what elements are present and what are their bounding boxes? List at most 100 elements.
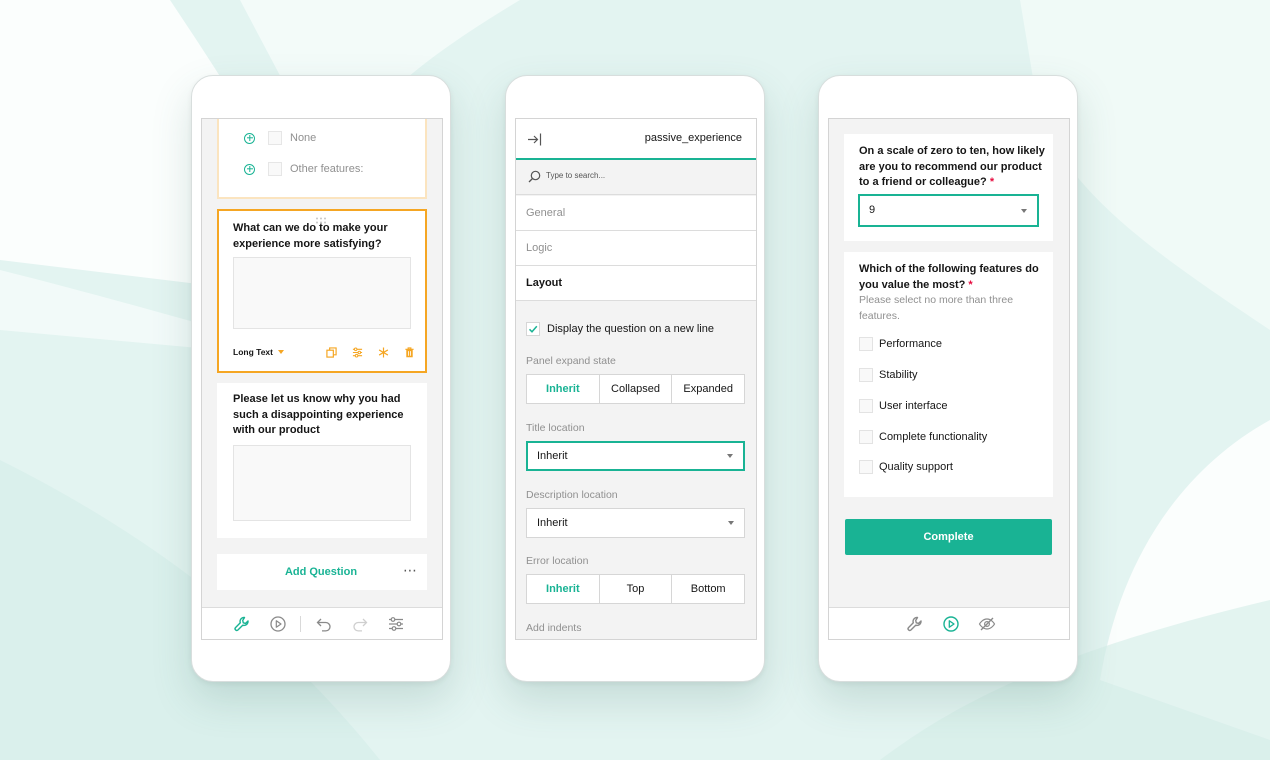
undo-icon[interactable] xyxy=(315,615,333,633)
selected-object-name: passive_experience xyxy=(644,132,742,144)
required-mark: * xyxy=(989,176,995,188)
choice-row-none[interactable]: None xyxy=(244,129,316,147)
complete-button[interactable]: Complete xyxy=(845,519,1052,555)
chevron-down-icon xyxy=(1021,209,1027,213)
property-grid-header: passive_experience xyxy=(516,119,756,160)
checkbox[interactable] xyxy=(859,430,873,444)
panel-expand-label: Panel expand state xyxy=(526,355,616,367)
play-icon[interactable] xyxy=(269,615,287,633)
choices-card: None Other features: xyxy=(217,119,427,199)
required-mark: * xyxy=(968,278,973,291)
settings-icon[interactable] xyxy=(387,615,405,633)
question-title-line: with our product xyxy=(233,424,320,436)
search-placeholder: Type to search... xyxy=(546,171,606,180)
option-quality-support[interactable]: Quality support xyxy=(859,459,953,475)
error-location-label: Error location xyxy=(526,555,589,567)
question-title-line: are you to recommend our product xyxy=(859,160,1042,173)
checkbox-label: Display the question on a new line xyxy=(547,323,714,335)
dropdown-value: Inherit xyxy=(537,517,568,529)
long-text-area[interactable] xyxy=(233,445,411,521)
option-stability[interactable]: Stability xyxy=(859,367,918,383)
nps-dropdown[interactable]: 9 xyxy=(858,194,1039,227)
question-type-label: Long Text xyxy=(233,347,273,357)
phone-preview: On a scale of zero to ten, how likely ar… xyxy=(818,75,1078,682)
choice-checkbox[interactable] xyxy=(268,131,282,145)
designer-toolbar xyxy=(202,607,442,639)
segment-inherit[interactable]: Inherit xyxy=(527,575,600,603)
option-user-interface[interactable]: User interface xyxy=(859,398,947,414)
collapse-panel-icon[interactable] xyxy=(527,132,542,147)
more-options-icon[interactable]: ⋯ xyxy=(403,554,417,586)
question-title-line: Please let us know why you had xyxy=(233,393,401,405)
error-location-segmented: Inherit Top Bottom xyxy=(526,574,745,604)
option-complete-functionality[interactable]: Complete functionality xyxy=(859,429,987,445)
required-asterisk-icon[interactable] xyxy=(378,347,389,358)
hide-icon[interactable] xyxy=(978,615,996,633)
checkbox[interactable] xyxy=(859,337,873,351)
phone-designer: None Other features: What can we do to m… xyxy=(191,75,451,682)
property-search[interactable]: Type to search... xyxy=(516,160,756,195)
selected-question-card[interactable]: What can we do to make your experience m… xyxy=(217,209,427,373)
category-layout[interactable]: Layout xyxy=(516,266,756,301)
toolbar-divider xyxy=(300,616,301,632)
delete-icon[interactable] xyxy=(404,347,415,358)
checkbox[interactable] xyxy=(859,368,873,382)
choice-label: Other features: xyxy=(290,163,364,175)
checkbox[interactable] xyxy=(859,460,873,474)
play-icon[interactable] xyxy=(942,615,960,633)
drag-handle-icon[interactable] xyxy=(315,211,327,224)
choice-row-other[interactable]: Other features: xyxy=(244,160,363,178)
phone-property-grid: passive_experience Type to search... Gen… xyxy=(505,75,765,682)
long-text-area[interactable] xyxy=(233,257,411,329)
dropdown-value: 9 xyxy=(869,204,876,216)
settings-sliders-icon[interactable] xyxy=(352,347,363,358)
new-line-checkbox[interactable]: Display the question on a new line xyxy=(526,322,714,336)
features-question-card: Which of the following features do you v… xyxy=(844,252,1053,497)
question-card[interactable]: Please let us know why you had such a di… xyxy=(217,383,427,538)
question-title-line: On a scale of zero to ten, how likely xyxy=(859,145,1045,157)
wrench-icon[interactable] xyxy=(906,615,924,633)
preview-screen: On a scale of zero to ten, how likely ar… xyxy=(828,118,1070,640)
dropdown-value: Inherit xyxy=(537,450,568,462)
add-indents-label: Add indents xyxy=(526,622,582,634)
category-general[interactable]: General xyxy=(516,196,756,231)
title-location-dropdown[interactable]: Inherit xyxy=(526,441,745,471)
wrench-icon[interactable] xyxy=(233,615,251,633)
segment-bottom[interactable]: Bottom xyxy=(672,575,744,603)
add-choice-icon[interactable] xyxy=(244,132,255,144)
chevron-down-icon xyxy=(728,521,734,525)
redo-icon[interactable] xyxy=(351,615,369,633)
question-title[interactable]: Please let us know why you had such a di… xyxy=(233,392,404,439)
question-title-line: Which of the following features do xyxy=(859,263,1039,275)
add-question-bar: Add Question ⋯ xyxy=(217,554,427,590)
question-title: Which of the following features do you v… xyxy=(859,262,1039,293)
segment-inherit[interactable]: Inherit xyxy=(527,375,600,403)
title-location-label: Title location xyxy=(526,422,585,434)
question-description: Please select no more than three feature… xyxy=(859,293,1013,324)
question-type-dropdown[interactable]: Long Text xyxy=(233,347,284,357)
description-location-dropdown[interactable]: Inherit xyxy=(526,508,745,538)
category-logic[interactable]: Logic xyxy=(516,231,756,266)
panel-expand-segmented: Inherit Collapsed Expanded xyxy=(526,374,745,404)
preview-toolbar xyxy=(829,607,1069,639)
chevron-down-icon xyxy=(727,454,733,458)
choice-checkbox[interactable] xyxy=(268,162,282,176)
search-icon xyxy=(528,170,541,183)
question-title[interactable]: What can we do to make your experience m… xyxy=(233,221,388,252)
question-title: On a scale of zero to ten, how likely ar… xyxy=(859,144,1045,191)
segment-collapsed[interactable]: Collapsed xyxy=(600,375,673,403)
segment-top[interactable]: Top xyxy=(600,575,673,603)
add-choice-icon[interactable] xyxy=(244,163,255,175)
nps-question-card: On a scale of zero to ten, how likely ar… xyxy=(844,134,1053,241)
segment-expanded[interactable]: Expanded xyxy=(672,375,744,403)
question-title-line: you value the most? xyxy=(859,278,966,291)
checkbox-checked[interactable] xyxy=(526,322,540,336)
duplicate-icon[interactable] xyxy=(326,347,337,358)
add-question-button[interactable]: Add Question xyxy=(217,554,425,590)
designer-screen: None Other features: What can we do to m… xyxy=(201,118,443,640)
option-label: Quality support xyxy=(879,461,953,473)
option-performance[interactable]: Performance xyxy=(859,336,942,352)
checkmark-icon xyxy=(528,325,538,333)
checkbox[interactable] xyxy=(859,399,873,413)
option-label: User interface xyxy=(879,400,948,412)
